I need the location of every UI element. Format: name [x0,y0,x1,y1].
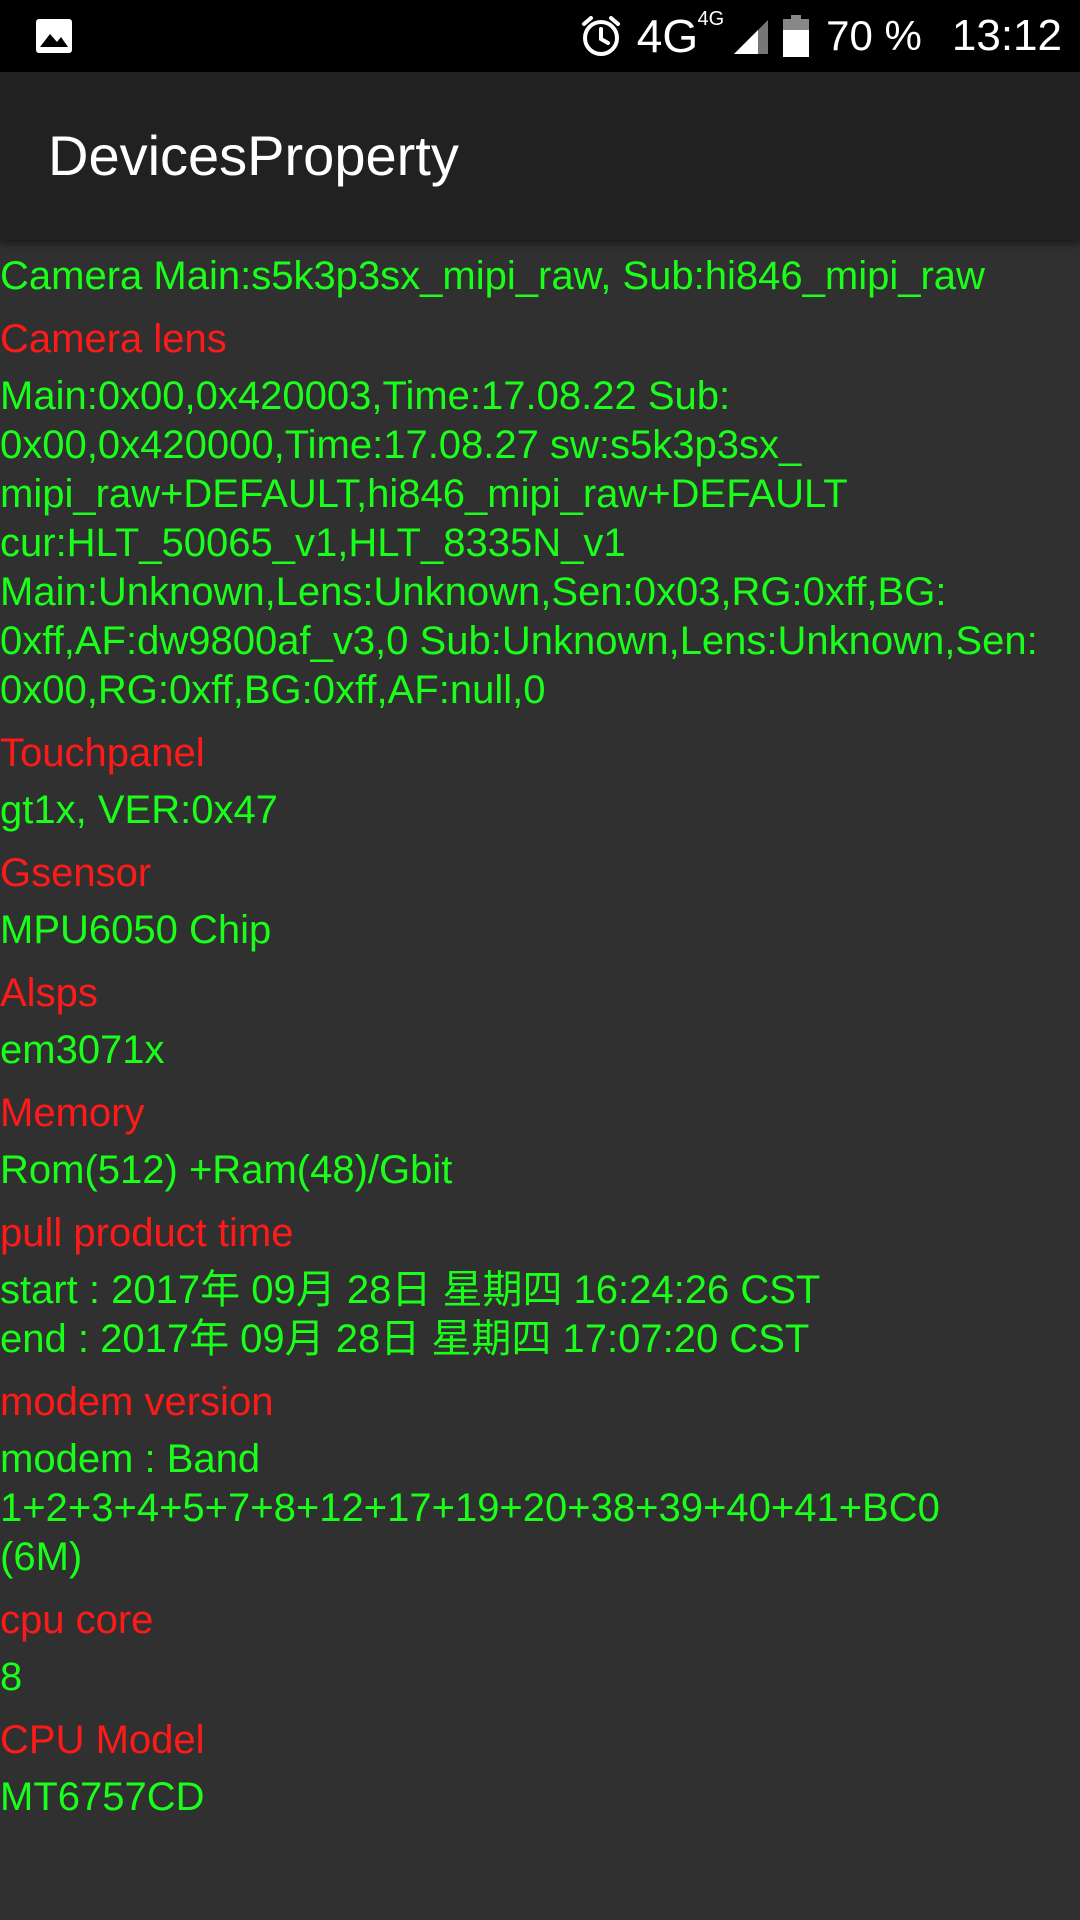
app-bar: DevicesProperty [0,72,1080,240]
alsps-value: em3071x [0,1028,165,1072]
cpu-core-title: cpu core [0,1598,154,1642]
network-type: 4G 4G [636,8,725,62]
battery-percent: 70 % [826,12,922,59]
status-icons: 4G 4G 70 % 13:12 [577,0,1062,72]
cpu-model-title: CPU Model [0,1718,205,1762]
gsensor-section: Gsensor MPU6050 Chip [0,835,1080,955]
camera-lens-section: Camera lens Main:0x00,0x420003,Time:17.0… [0,301,1080,715]
battery-icon [782,14,810,58]
cpu-model-section: CPU Model MT6757CD [0,1702,1080,1822]
memory-section: Memory Rom(512) +Ram(48)/Gbit [0,1075,1080,1195]
pull-product-time-section: pull product time start : 2017年 09月 28日 … [0,1195,1080,1364]
modem-version-title: modem version [0,1380,274,1424]
touchpanel-value: gt1x, VER:0x47 [0,788,278,832]
device-properties-list: Camera Main:s5k3p3sx_mipi_raw, Sub:hi846… [0,252,1080,1822]
camera-section: Camera Main:s5k3p3sx_mipi_raw, Sub:hi846… [0,252,1080,301]
cpu-core-value: 8 [0,1655,23,1699]
cpu-core-section: cpu core 8 [0,1582,1080,1702]
modem-version-section: modem version modem : Band 1+2+3+4+5+7+8… [0,1364,1080,1582]
cell-signal-icon [730,16,770,56]
pull-product-time-title: pull product time [0,1211,294,1255]
page-title: DevicesProperty [48,124,459,187]
camera-value: Camera Main:s5k3p3sx_mipi_raw, Sub:hi846… [0,254,985,298]
memory-value: Rom(512) +Ram(48)/Gbit [0,1148,453,1192]
cpu-model-value: MT6757CD [0,1775,205,1819]
alsps-section: Alsps em3071x [0,955,1080,1075]
pull-product-time-value: start : 2017年 09月 28日 星期四 16:24:26 CST e… [0,1268,821,1361]
gsensor-value: MPU6050 Chip [0,908,272,952]
alsps-title: Alsps [0,971,98,1015]
clock: 13:12 [951,11,1062,60]
camera-lens-value: Main:0x00,0x420003,Time:17.08.22 Sub: 0x… [0,374,1038,712]
status-bar: 4G 4G 70 % 13:12 [0,0,1080,72]
touchpanel-title: Touchpanel [0,731,205,775]
camera-lens-title: Camera lens [0,317,227,361]
gsensor-title: Gsensor [0,851,152,895]
memory-title: Memory [0,1091,145,1135]
image-icon [34,16,74,56]
modem-version-value: modem : Band 1+2+3+4+5+7+8+12+17+19+20+3… [0,1437,940,1579]
touchpanel-section: Touchpanel gt1x, VER:0x47 [0,715,1080,835]
alarm-clock-icon [577,12,625,60]
